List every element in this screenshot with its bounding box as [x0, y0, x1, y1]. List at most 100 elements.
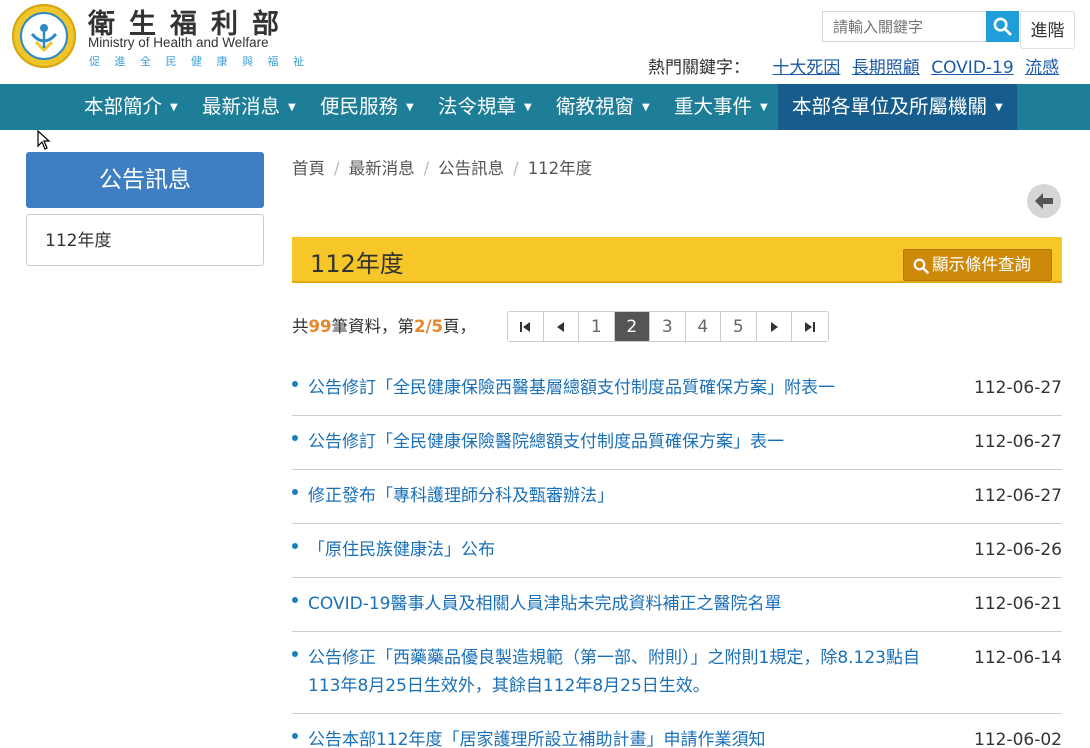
announcement-link[interactable]: 「原住民族健康法」公布: [292, 524, 1062, 564]
search-button[interactable]: [986, 11, 1019, 42]
ministry-logo[interactable]: [12, 4, 76, 68]
next-page-button[interactable]: [756, 312, 792, 341]
summary-prefix: 共: [292, 317, 309, 336]
chevron-left-icon: [556, 322, 564, 332]
announcement-date: 112-06-26: [974, 540, 1062, 560]
list-item: 公告本部112年度「居家護理所設立補助計畫」申請作業須知 112-06-02: [292, 714, 1062, 748]
search-icon: [913, 258, 929, 274]
announcement-link[interactable]: 修正發布「專科護理師分科及甄審辦法」: [292, 470, 1062, 510]
caret-down-icon: ▼: [406, 102, 414, 113]
nav-item-health-education[interactable]: 衛教視窗 ▼: [556, 84, 650, 130]
main-nav: 本部簡介 ▼ 最新消息 ▼ 便民服務 ▼ 法令規章 ▼ 衛教視窗 ▼ 重大事件 ▼ 本部各單…: [0, 84, 1090, 130]
search-icon: [993, 17, 1012, 36]
advanced-search-button[interactable]: 進階: [1020, 11, 1075, 49]
announcement-date: 112-06-21: [974, 594, 1062, 614]
caret-down-icon: ▼: [524, 102, 532, 113]
filter-button-label: 顯示條件查詢: [932, 255, 1031, 274]
back-button[interactable]: [1027, 184, 1061, 218]
announcement-link[interactable]: COVID-19醫事人員及相關人員津貼未完成資料補正之醫院名單: [292, 578, 1062, 618]
nav-item-services[interactable]: 便民服務 ▼: [320, 84, 414, 130]
bullet-icon: [292, 435, 298, 441]
show-filter-button[interactable]: 顯示條件查詢: [903, 249, 1052, 281]
nav-item-label: 本部各單位及所屬機關: [792, 95, 988, 118]
caret-down-icon: ▼: [288, 102, 296, 113]
nav-item-units-agencies[interactable]: 本部各單位及所屬機關 ▼: [778, 84, 1017, 130]
nav-item-label: 便民服務: [320, 95, 399, 118]
page-button[interactable]: 1: [579, 312, 615, 341]
list-item: 修正發布「專科護理師分科及甄審辦法」 112-06-27: [292, 470, 1062, 524]
nav-item-regulations[interactable]: 法令規章 ▼: [438, 84, 532, 130]
nav-item-label: 法令規章: [438, 95, 517, 118]
caret-down-icon: ▼: [760, 102, 768, 113]
bullet-icon: [292, 651, 298, 657]
breadcrumb-separator: /: [423, 159, 430, 178]
logo-emblem: [20, 12, 68, 60]
mouse-cursor-icon: [37, 130, 51, 150]
caret-down-icon: ▼: [170, 102, 178, 113]
prev-page-button[interactable]: [543, 312, 579, 341]
page-button-current[interactable]: 2: [614, 312, 650, 341]
announcement-date: 112-06-27: [974, 378, 1062, 398]
page-indicator: 2/5: [413, 317, 443, 336]
breadcrumb: 首頁 / 最新消息 / 公告訊息 / 112年度: [292, 155, 592, 179]
breadcrumb-news[interactable]: 最新消息: [349, 159, 415, 178]
bullet-icon: [292, 489, 298, 495]
nav-item-about[interactable]: 本部簡介 ▼: [84, 84, 178, 130]
first-page-button[interactable]: [508, 312, 544, 341]
bullet-icon: [292, 597, 298, 603]
bullet-icon: [292, 543, 298, 549]
announcement-date: 112-06-27: [974, 486, 1062, 506]
nav-item-label: 本部簡介: [84, 95, 163, 118]
breadcrumb-home[interactable]: 首頁: [292, 159, 325, 178]
caret-down-icon: ▼: [642, 102, 650, 113]
brand-slogan: 促進全民健康與福祉: [89, 55, 319, 68]
pagination: 1 2 3 4 5: [507, 311, 829, 342]
list-item: 公告修正「西藥藥品優良製造規範（第一部、附則）」之附則1規定，除8.123點自1…: [292, 632, 1062, 714]
list-item: 「原住民族健康法」公布 112-06-26: [292, 524, 1062, 578]
hot-keyword-link[interactable]: 長期照顧: [852, 58, 920, 78]
nav-item-label: 重大事件: [674, 95, 753, 118]
hot-keyword-link[interactable]: 流感: [1025, 58, 1059, 78]
breadcrumb-separator: /: [334, 159, 340, 178]
nav-item-label: 衛教視窗: [556, 95, 635, 118]
page-button[interactable]: 4: [685, 312, 721, 341]
sidebar-title: 公告訊息: [26, 152, 264, 208]
announcement-link[interactable]: 公告修訂「全民健康保險西醫基層總額支付制度品質確保方案」附表一: [292, 364, 1062, 402]
announcement-date: 112-06-02: [974, 730, 1062, 748]
brand-english-name: Ministry of Health and Welfare: [88, 35, 269, 50]
skip-last-icon: [804, 322, 815, 332]
announcement-link[interactable]: 公告本部112年度「居家護理所設立補助計畫」申請作業須知: [292, 714, 1062, 748]
hot-keywords: 熱門關鍵字： 十大死因 長期照顧 COVID-19 流感: [648, 53, 1059, 78]
total-count: 99: [308, 317, 332, 336]
announcement-list: 公告修訂「全民健康保險西醫基層總額支付制度品質確保方案」附表一 112-06-2…: [292, 364, 1062, 748]
summary-suffix: 頁，: [442, 317, 476, 336]
breadcrumb-current: 112年度: [527, 159, 593, 178]
result-summary: 共99筆資料，第2/5頁，: [292, 313, 476, 337]
breadcrumb-announcements[interactable]: 公告訊息: [438, 159, 504, 178]
summary-mid: 筆資料，第: [331, 317, 414, 336]
announcement-date: 112-06-14: [974, 648, 1062, 668]
bullet-icon: [292, 381, 298, 387]
section-title: 112年度: [310, 250, 404, 278]
nav-item-major-events[interactable]: 重大事件 ▼: [674, 84, 768, 130]
hot-keyword-link[interactable]: 十大死因: [772, 58, 840, 78]
caret-down-icon: ▼: [995, 102, 1003, 113]
page-button[interactable]: 3: [650, 312, 686, 341]
last-page-button[interactable]: [792, 312, 828, 341]
nav-item-label: 最新消息: [202, 95, 281, 118]
sidebar-item-112[interactable]: 112年度: [26, 214, 264, 266]
list-item: 公告修訂「全民健康保險醫院總額支付制度品質確保方案」表一 112-06-27: [292, 416, 1062, 470]
hot-keyword-link[interactable]: COVID-19: [931, 58, 1013, 78]
nav-item-news[interactable]: 最新消息 ▼: [202, 84, 296, 130]
announcement-link[interactable]: 公告修正「西藥藥品優良製造規範（第一部、附則）」之附則1規定，除8.123點自1…: [292, 632, 1062, 700]
site-header: 衛生福利部 Ministry of Health and Welfare 促進全…: [0, 0, 1090, 84]
announcement-link[interactable]: 公告修訂「全民健康保險醫院總額支付制度品質確保方案」表一: [292, 416, 1062, 456]
bullet-icon: [292, 733, 298, 739]
list-item: 公告修訂「全民健康保險西醫基層總額支付制度品質確保方案」附表一 112-06-2…: [292, 364, 1062, 416]
skip-first-icon: [520, 322, 531, 332]
hot-keywords-label: 熱門關鍵字：: [648, 58, 750, 78]
section-title-bar: 112年度 顯示條件查詢: [292, 237, 1062, 283]
search-input[interactable]: [822, 11, 986, 42]
page-button[interactable]: 5: [721, 312, 757, 341]
chevron-right-icon: [770, 322, 778, 332]
